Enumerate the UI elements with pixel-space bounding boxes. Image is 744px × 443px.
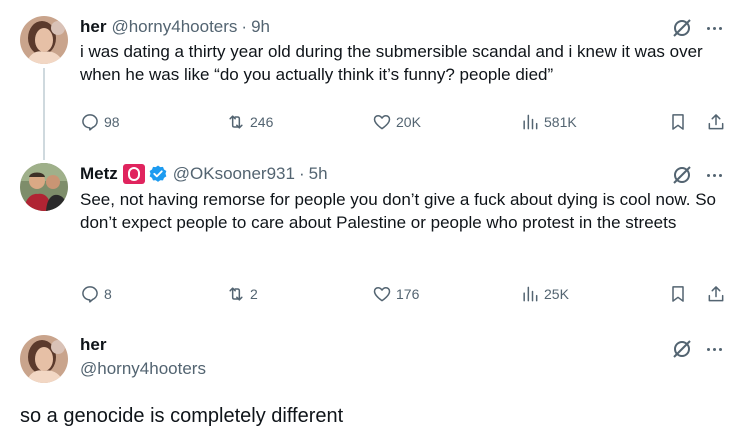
repost-count: 2 [250, 286, 258, 302]
grok-icon[interactable] [670, 337, 694, 361]
share-icon [708, 114, 724, 130]
more-icon[interactable] [702, 16, 726, 40]
like-icon [373, 287, 391, 302]
share-icon [708, 286, 724, 302]
affiliation-badge-icon[interactable] [122, 164, 145, 184]
views-count: 581K [544, 114, 577, 130]
bookmark-icon [672, 286, 684, 302]
verified-badge-icon[interactable] [148, 164, 168, 184]
tweet-text: i was dating a thirty year old during th… [80, 42, 703, 84]
timestamp[interactable]: 5h [309, 164, 328, 184]
reply-button[interactable]: 98 [80, 110, 120, 134]
avatar[interactable] [20, 16, 68, 64]
like-button[interactable]: 176 [372, 282, 419, 306]
views-icon [523, 114, 538, 130]
separator-dot: · [241, 17, 248, 36]
avatar[interactable] [20, 335, 68, 383]
more-icon[interactable] [702, 163, 726, 187]
tweet-1[interactable]: her @horny4hooters · 9h i was dating a t… [0, 16, 744, 140]
views-count: 25K [544, 286, 569, 302]
repost-icon [229, 287, 243, 301]
author-name[interactable]: her [80, 17, 106, 37]
views-icon [523, 286, 538, 302]
reply-count: 98 [104, 114, 120, 130]
share-button[interactable] [706, 282, 726, 306]
bookmark-button[interactable] [668, 110, 688, 134]
repost-button[interactable]: 246 [226, 110, 273, 134]
author-name[interactable]: Metz [80, 164, 118, 184]
views-button[interactable]: 581K [520, 110, 577, 134]
tweet-text: so a genocide is completely different [20, 405, 344, 427]
more-icon[interactable] [702, 337, 726, 361]
author-handle[interactable]: @OKsooner931 [173, 164, 295, 184]
timestamp[interactable]: 9h [251, 17, 270, 37]
repost-icon [229, 115, 243, 129]
reply-icon [82, 286, 98, 303]
like-count: 176 [396, 286, 420, 302]
grok-icon[interactable] [670, 16, 694, 40]
avatar[interactable] [20, 163, 68, 211]
reply-count: 8 [104, 286, 112, 302]
like-count: 20K [396, 114, 421, 130]
action-bar: 98 246 20K 581K [80, 110, 726, 134]
reply-button[interactable]: 8 [80, 282, 112, 306]
main-tweet[interactable]: her @horny4hooters so a genocide is comp… [0, 335, 744, 435]
views-button[interactable]: 25K [520, 282, 569, 306]
share-button[interactable] [706, 110, 726, 134]
repost-count: 246 [250, 114, 274, 130]
author-handle[interactable]: @horny4hooters [111, 17, 237, 37]
repost-button[interactable]: 2 [226, 282, 258, 306]
like-button[interactable]: 20K [372, 110, 421, 134]
like-icon [373, 115, 391, 130]
bookmark-button[interactable] [668, 282, 688, 306]
action-bar: 8 2 176 25K [80, 282, 726, 306]
tweet-text: See, not having remorse for people you d… [80, 190, 717, 232]
separator-dot: · [298, 164, 305, 183]
tweet-2[interactable]: Metz @OKsooner931 · 5h See, not having r… [0, 163, 744, 303]
reply-icon [82, 114, 98, 131]
author-handle[interactable]: @horny4hooters [80, 359, 206, 379]
bookmark-icon [672, 114, 684, 130]
author-name[interactable]: her [80, 335, 106, 355]
grok-icon[interactable] [670, 163, 694, 187]
